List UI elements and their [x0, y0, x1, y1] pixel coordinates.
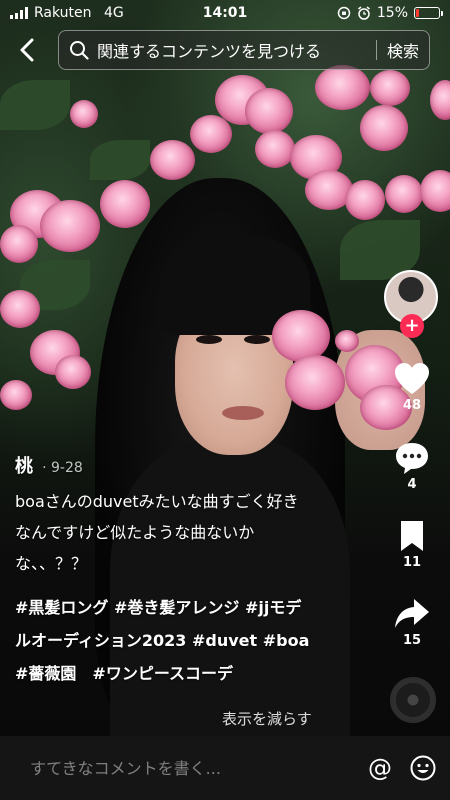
video-caption: 桃 · 9-28 boaさんのduvetみたいな曲すごく好き なんですけど似たよ…: [15, 452, 345, 690]
comment-bar: @: [0, 736, 450, 800]
like-count: 48: [402, 398, 422, 413]
search-divider: [375, 40, 377, 60]
hashtag-line[interactable]: #薔薇園 #ワンピースコーデ: [15, 657, 345, 690]
share-count: 15: [402, 633, 422, 648]
comment-input[interactable]: [30, 758, 368, 778]
author-line: 桃 · 9-28: [15, 452, 345, 478]
share-icon: [395, 599, 429, 628]
network-type: 4G: [103, 5, 124, 21]
save-count: 11: [402, 555, 422, 570]
music-disc-icon[interactable]: [390, 677, 436, 723]
search-icon: [70, 41, 89, 60]
share-button[interactable]: 15: [388, 597, 436, 648]
rose: [0, 290, 40, 328]
mention-button[interactable]: @: [368, 754, 392, 782]
clock: 14:01: [202, 5, 248, 21]
rose: [255, 130, 295, 168]
alarm-icon: [357, 6, 370, 20]
status-bar: Rakuten 4G 14:01 15%: [0, 0, 450, 26]
rose: [150, 140, 195, 180]
leaf: [0, 80, 70, 130]
hashtag-line[interactable]: #黒髪ロング #巻き髪アレンジ #jjモデ: [15, 591, 345, 624]
post-date: · 9-28: [42, 460, 83, 476]
carrier-label: Rakuten: [34, 5, 92, 21]
rose: [385, 175, 423, 213]
rose: [345, 180, 385, 220]
status-right: 15%: [337, 5, 443, 21]
carrier-name: Rakuten 4G: [34, 5, 124, 21]
description-line: な、、？？: [15, 554, 88, 573]
comment-button[interactable]: 4: [388, 441, 436, 492]
subject-lips: [222, 406, 264, 420]
subject-eye: [244, 335, 270, 344]
like-button[interactable]: 48: [388, 362, 436, 413]
rose: [0, 225, 38, 263]
comment-count: 4: [407, 477, 417, 492]
battery-percent: 15%: [376, 5, 408, 21]
rose: [55, 355, 91, 389]
description-line: boaさんのduvetみたいな曲すごく好き: [15, 492, 299, 511]
author-name[interactable]: 桃: [15, 456, 33, 477]
bookmark-icon: [401, 521, 423, 551]
rose: [285, 355, 345, 410]
emoji-icon[interactable]: [410, 755, 436, 781]
rose: [420, 170, 450, 212]
save-button[interactable]: 11: [388, 519, 436, 570]
battery-fill: [416, 9, 420, 17]
follow-button[interactable]: +: [400, 314, 424, 338]
rose: [40, 200, 100, 252]
search-input[interactable]: 関連するコンテンツを見つける: [97, 38, 366, 62]
comment-icon: [396, 443, 428, 474]
leaf: [90, 140, 150, 180]
rose: [100, 180, 150, 228]
search-button[interactable]: 検索: [387, 38, 419, 62]
battery-icon: [414, 7, 443, 19]
rose: [360, 105, 408, 151]
show-less-button[interactable]: 表示を減らす: [222, 708, 312, 729]
hashtags: #黒髪ロング #巻き髪アレンジ #jjモデ ルオーディション2023 #duve…: [15, 591, 345, 690]
rose: [272, 310, 330, 362]
search-bar[interactable]: 関連するコンテンツを見つける 検索: [58, 30, 430, 70]
rose: [0, 380, 32, 410]
back-button[interactable]: [14, 36, 42, 64]
signal-icon: [10, 7, 28, 19]
rotation-lock-icon: [337, 6, 351, 20]
subject-eye: [196, 335, 222, 344]
description-line: なんですけど似たような曲ないか: [15, 523, 255, 542]
rose: [315, 65, 370, 110]
back-icon: [20, 38, 34, 62]
rose: [190, 115, 232, 153]
heart-icon: [395, 363, 429, 394]
rose: [70, 100, 98, 128]
rose: [370, 70, 410, 106]
rose: [430, 80, 450, 120]
rose: [335, 330, 359, 352]
hashtag-line[interactable]: ルオーディション2023 #duvet #boa: [15, 624, 345, 657]
description: boaさんのduvetみたいな曲すごく好き なんですけど似たような曲ないか な、…: [15, 486, 345, 579]
rose: [245, 88, 293, 134]
